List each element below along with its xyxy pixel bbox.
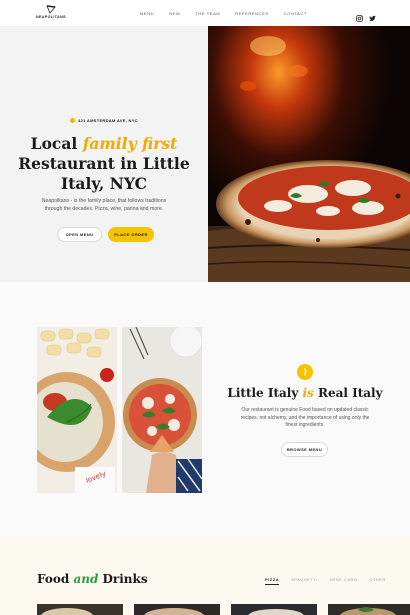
twitter-icon[interactable] <box>369 9 376 22</box>
main-menu: MENU NEW THE TEAM REFERENCES CONTACT <box>140 11 307 16</box>
food-thumbnail[interactable] <box>328 603 410 615</box>
top-navigation: NEAPOLITANS MENU NEW THE TEAM REFERENCES… <box>0 0 410 26</box>
hero-title-prefix: Local <box>30 134 83 153</box>
food-thumbnail[interactable] <box>37 603 123 615</box>
hero-title-accent: family first <box>82 134 178 153</box>
tab-wine-card[interactable]: WINE CARD <box>330 577 357 585</box>
food-title-prefix: Food <box>37 572 74 586</box>
nav-item-the-team[interactable]: THE TEAM <box>195 11 220 16</box>
browse-menu-button[interactable]: BROWSE MENU <box>281 442 328 457</box>
pizza-pasta-photo: lovely <box>37 327 117 493</box>
social-links <box>356 9 376 22</box>
nav-item-menu[interactable]: MENU <box>140 11 154 16</box>
food-thumbnail[interactable] <box>134 603 220 615</box>
pizza-slice-icon <box>46 5 56 14</box>
hero-title-rest: Restaurant in Little Italy, NYC <box>18 154 190 193</box>
about-title-accent: is <box>302 386 314 400</box>
food-thumbnail[interactable] <box>231 603 317 615</box>
nav-item-references[interactable]: REFERENCES <box>235 11 268 16</box>
logo-text: NEAPOLITANS <box>36 15 66 19</box>
about-title-suffix: Real Italy <box>313 386 383 400</box>
food-section: Food and Drinks PIZZA SPAGHETTI WINE CAR… <box>0 537 410 615</box>
about-title-prefix: Little Italy <box>227 386 303 400</box>
nav-item-contact[interactable]: CONTACT <box>284 11 307 16</box>
about-description: Our restaurant is genuine Food based on … <box>240 407 370 428</box>
address-text: 421 AMSTERDAM AVE, NYC <box>78 118 138 123</box>
location-pin-icon <box>70 118 76 123</box>
place-order-button[interactable]: PLACE ORDER <box>108 227 154 242</box>
food-title-suffix: Drinks <box>98 572 148 586</box>
logo[interactable]: NEAPOLITANS <box>36 5 68 21</box>
hero-section: 421 AMSTERDAM AVE, NYC Local family firs… <box>0 26 208 282</box>
tab-other[interactable]: OTHER <box>369 577 386 585</box>
about-title: Little Italy is Real Italy <box>225 386 385 400</box>
food-title: Food and Drinks <box>37 572 148 586</box>
open-menu-button[interactable]: OPEN MENU <box>57 227 102 242</box>
knife-icon <box>297 364 313 380</box>
about-section: lovely Little Italy is Real Italy Our re… <box>0 282 410 537</box>
hero-pizza-photo <box>208 26 410 282</box>
instagram-icon[interactable] <box>356 9 363 22</box>
nav-item-new[interactable]: NEW <box>169 11 180 16</box>
food-tabs: PIZZA SPAGHETTI WINE CARD OTHER <box>265 577 386 585</box>
tab-spaghetti[interactable]: SPAGHETTI <box>291 577 318 585</box>
tab-pizza[interactable]: PIZZA <box>265 577 280 585</box>
hero-description: Neapolitans - is the family place, that … <box>41 198 167 212</box>
pizza-hand-photo <box>122 327 202 493</box>
food-title-accent: and <box>73 572 99 586</box>
hero-title: Local family first Restaurant in Little … <box>0 134 208 194</box>
address: 421 AMSTERDAM AVE, NYC <box>0 118 208 123</box>
